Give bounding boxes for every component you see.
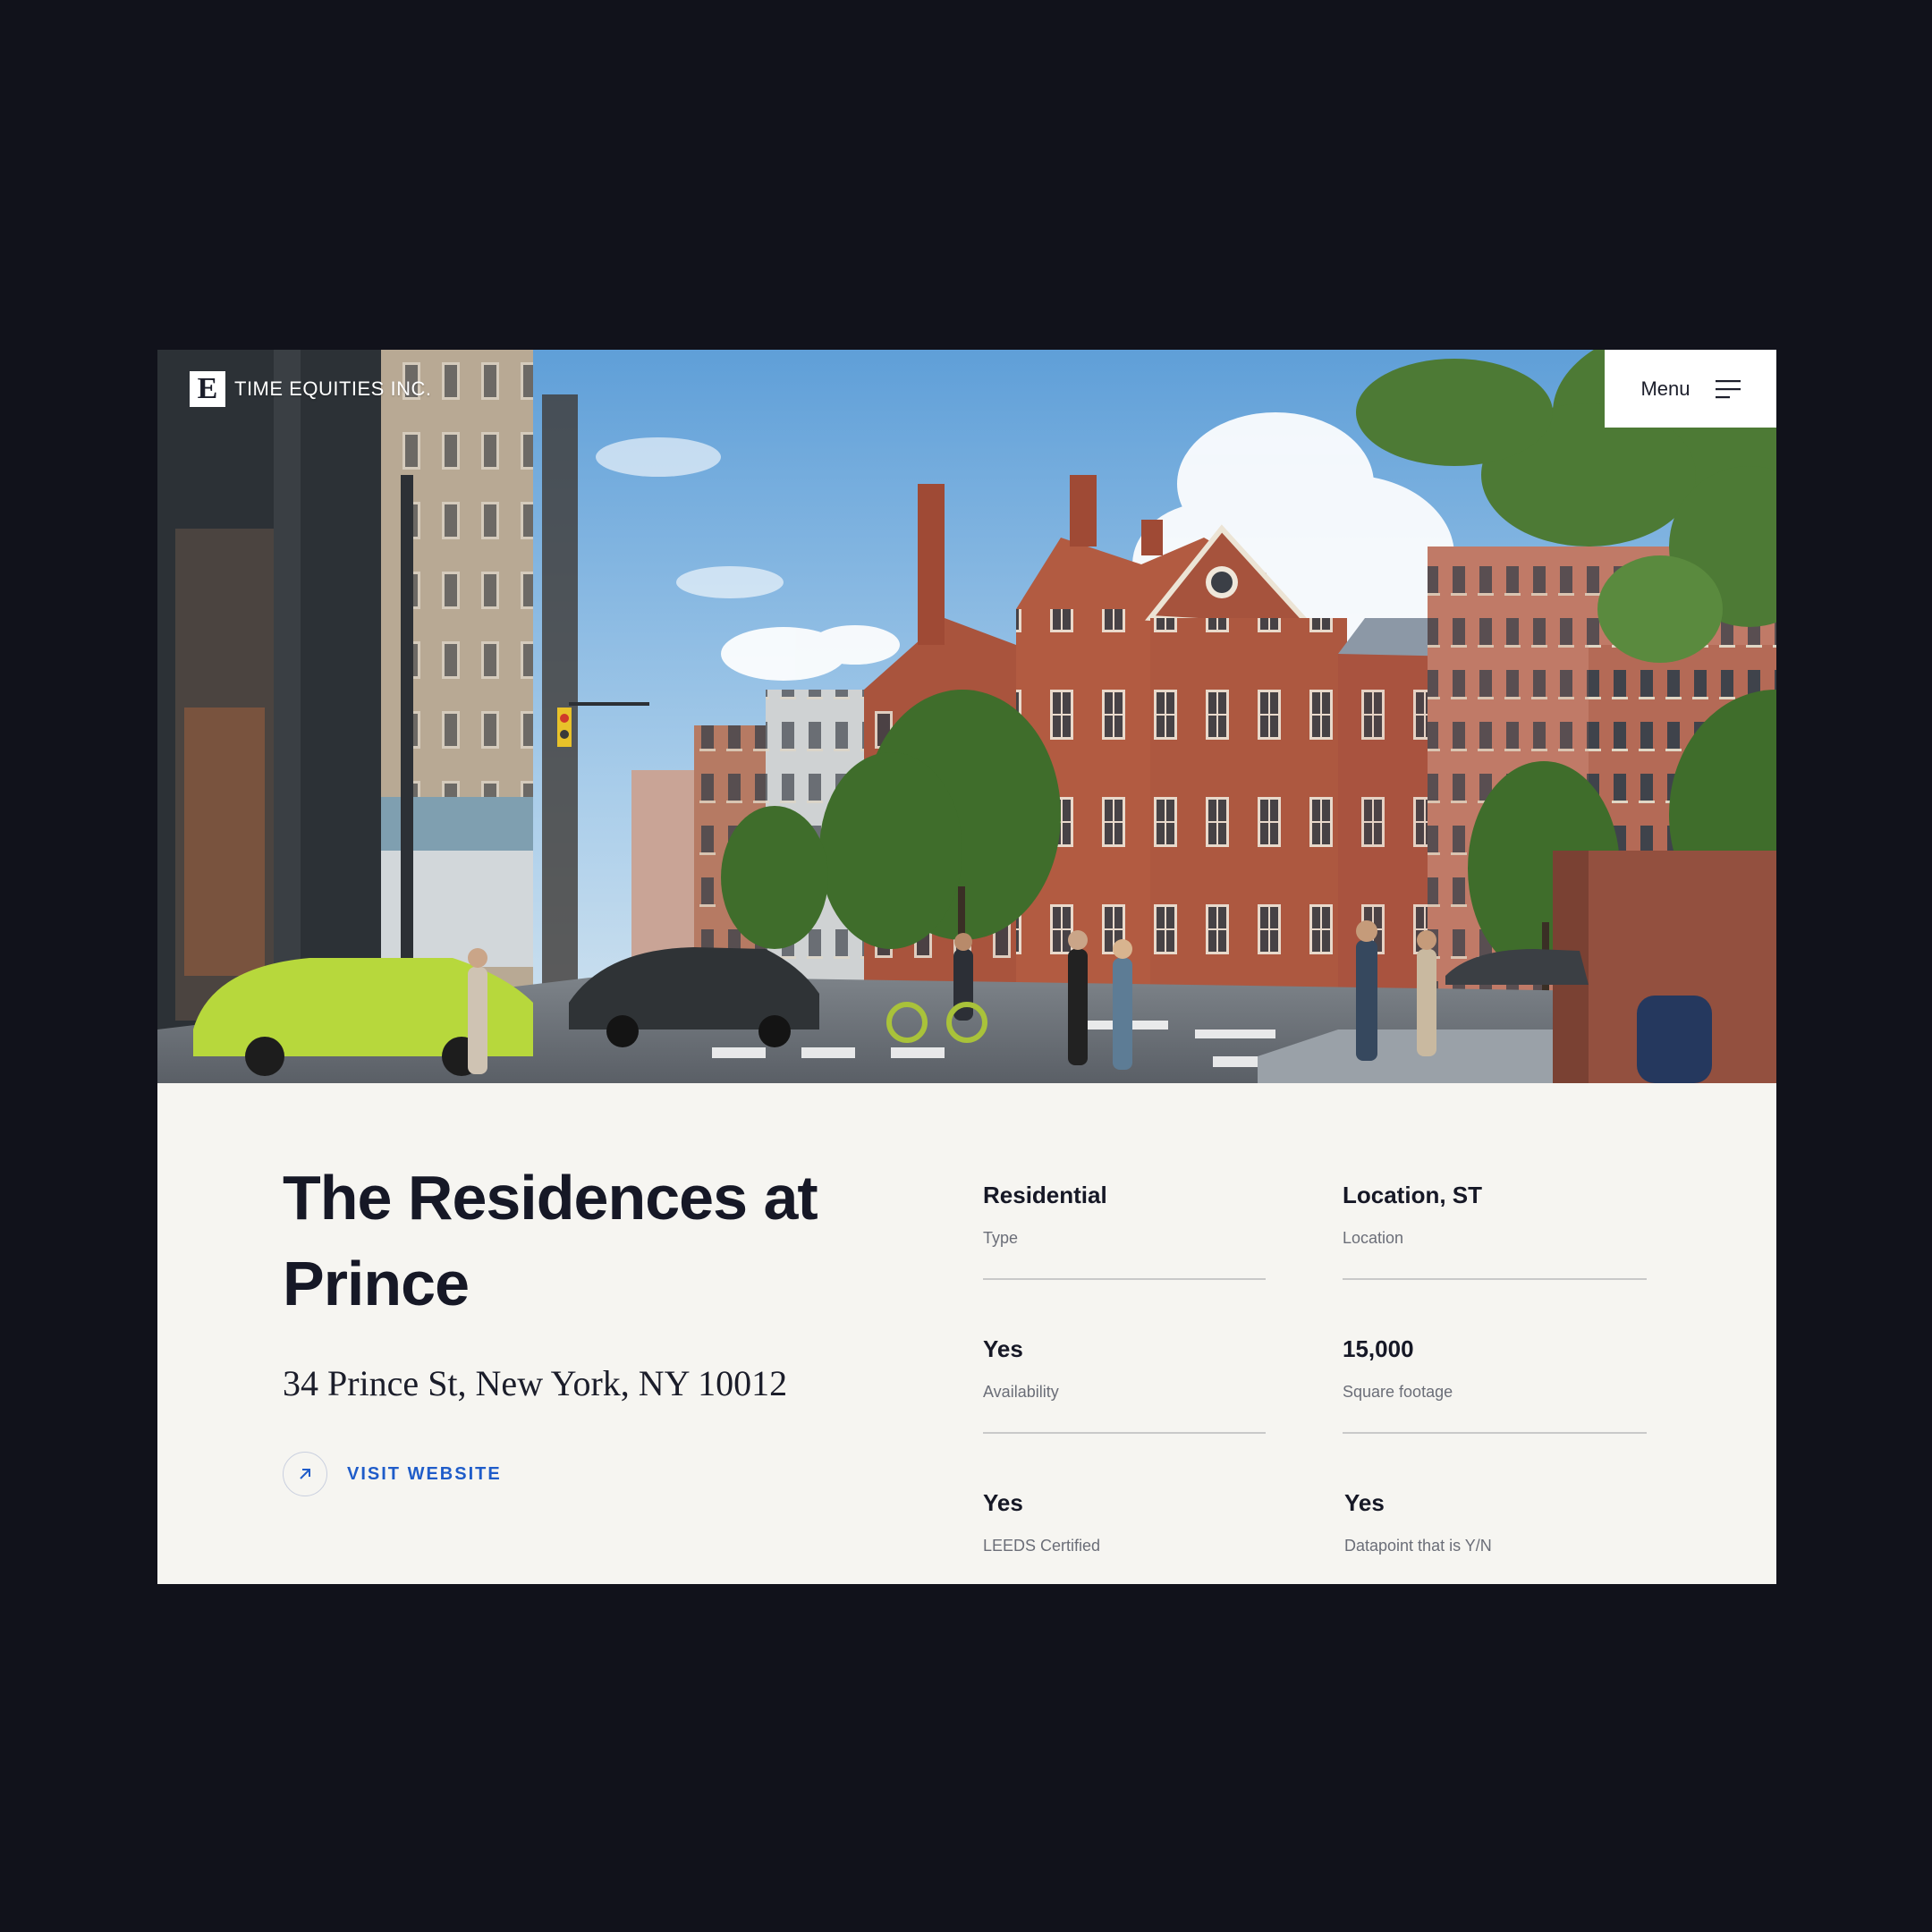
visit-icon-circle[interactable] [283, 1452, 327, 1496]
stat-value: Location, ST [1343, 1182, 1482, 1208]
stat-datapoint-yn: Yes Datapoint that is Y/N [1344, 1489, 1648, 1584]
stat-label: Datapoint that is Y/N [1344, 1537, 1492, 1555]
arrow-up-right-icon [300, 1469, 310, 1479]
visit-website-label: VISIT WEBSITE [347, 1463, 502, 1484]
stat-square-footage: 15,000 Square footage [1343, 1335, 1647, 1452]
stat-type: Residential Type [983, 1182, 1266, 1298]
stat-value: Yes [1344, 1489, 1385, 1516]
stat-label: LEEDS Certified [983, 1537, 1101, 1555]
stat-label: Square footage [1343, 1383, 1453, 1401]
stat-value: 15,000 [1343, 1335, 1414, 1362]
logo-text: TIME EQUITIES INC. [234, 377, 432, 400]
divider [1343, 1278, 1647, 1280]
divider [983, 1278, 1266, 1280]
property-address: 34 Prince St, New York, NY 10012 [283, 1363, 788, 1403]
property-card: E TIME EQUITIES INC. Menu The Residences… [157, 350, 1776, 1584]
divider [1343, 1432, 1647, 1434]
street-scene-illustration [157, 350, 1776, 1083]
logo-mark: E [190, 371, 225, 407]
divider [983, 1432, 1266, 1434]
stat-location: Location, ST Location [1343, 1182, 1647, 1298]
property-title: The Residences at Prince [283, 1163, 818, 1318]
stat-availability: Yes Availability [983, 1335, 1266, 1452]
stat-label: Location [1343, 1229, 1404, 1247]
menu-label: Menu [1640, 377, 1690, 400]
stat-value: Yes [983, 1335, 1023, 1362]
stat-label: Availability [983, 1383, 1059, 1401]
company-logo[interactable]: E TIME EQUITIES INC. [190, 371, 431, 407]
visit-website-link[interactable]: VISIT WEBSITE [283, 1452, 502, 1496]
menu-button[interactable]: Menu [1605, 350, 1776, 428]
hamburger-icon [1715, 379, 1741, 398]
stat-label: Type [983, 1229, 1019, 1247]
stat-leeds-certified: Yes LEEDS Certified [983, 1489, 1266, 1584]
hero-image: E TIME EQUITIES INC. Menu [157, 350, 1776, 1083]
stat-value: Yes [983, 1489, 1023, 1516]
property-details: The Residences at Prince 34 Prince St, N… [157, 1083, 1776, 1584]
stat-value: Residential [983, 1182, 1107, 1208]
